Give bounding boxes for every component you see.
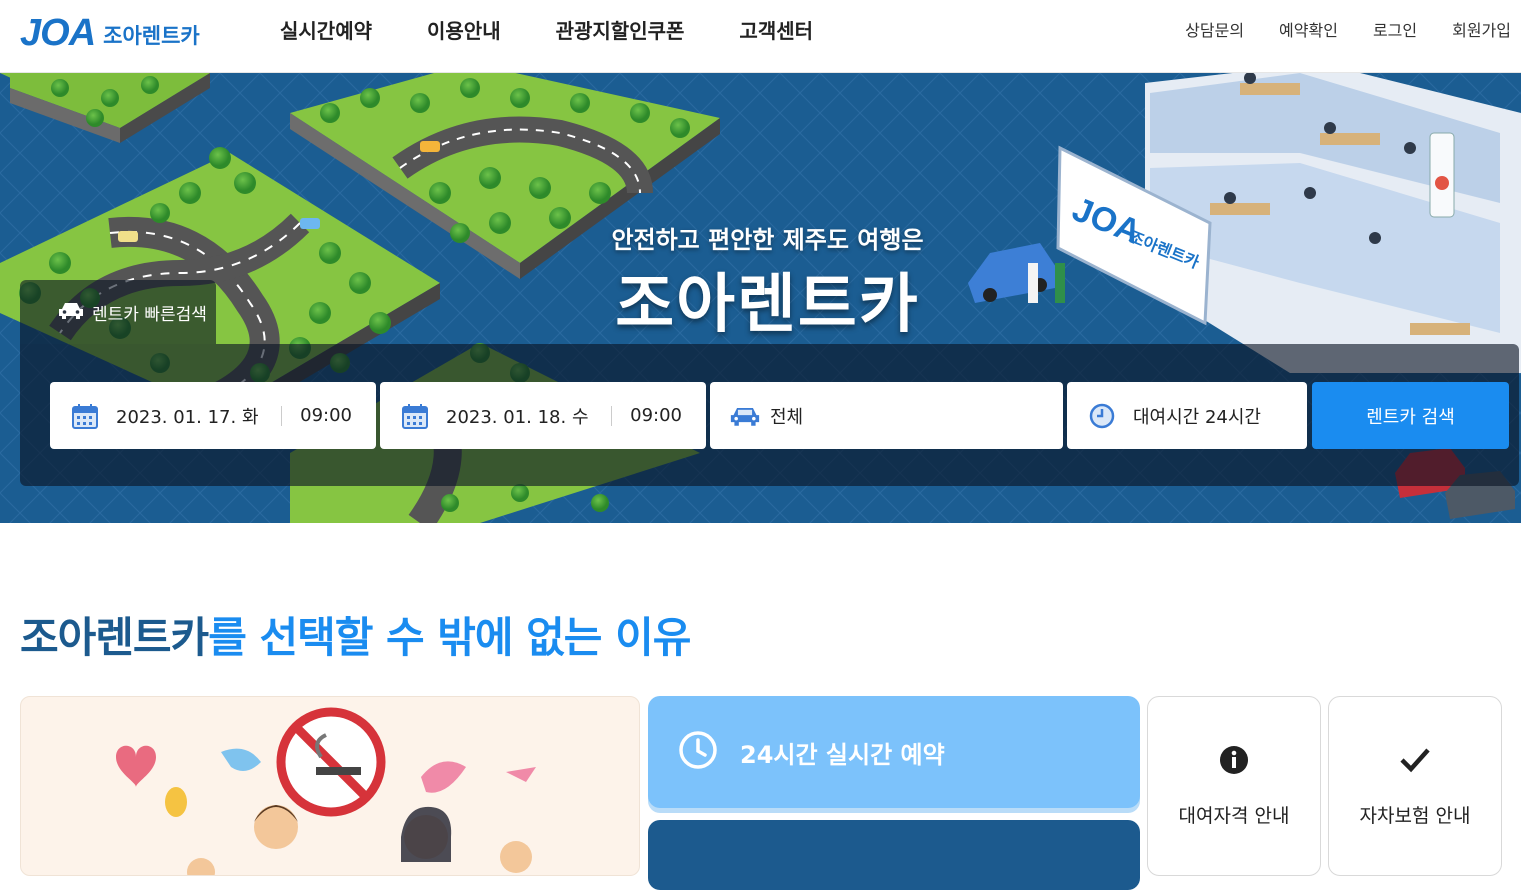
- car-type-value: 전체: [770, 406, 804, 428]
- return-time-value[interactable]: 09:00: [630, 405, 682, 426]
- rentcar-search-button[interactable]: 렌트카 검색: [1312, 382, 1509, 449]
- clock-icon: [1087, 401, 1117, 431]
- pickup-datetime-field[interactable]: 2023. 01. 17. 화 09:00: [50, 382, 376, 449]
- util-signup-link[interactable]: 회원가입: [1452, 17, 1511, 41]
- site-logo[interactable]: JOA 조아렌트카: [20, 12, 200, 55]
- site-header: JOA 조아렌트카 실시간예약 이용안내 관광지할인쿠폰 고객센터 상담문의 예…: [0, 0, 1521, 73]
- checkmark-icon: [1399, 745, 1431, 779]
- nav-tour-coupons[interactable]: 관광지할인쿠폰: [556, 15, 685, 44]
- pickup-date-value: 2023. 01. 17. 화: [116, 406, 259, 428]
- field-divider: [281, 405, 283, 426]
- quick-search-panel: 2023. 01. 17. 화 09:00 2023. 01. 18. 수 09…: [20, 344, 1519, 486]
- utility-nav: 상담문의 예약확인 로그인 회원가입: [1185, 17, 1511, 41]
- hero-title: 조아렌트카: [615, 268, 920, 342]
- realtime-booking-card[interactable]: 24시간 실시간 예약: [648, 696, 1140, 808]
- section-title: 조아렌트카를 선택할 수 밖에 없는 이유: [20, 604, 691, 665]
- logo-subtitle: 조아렌트카: [103, 24, 200, 48]
- section-title-brand: 조아렌트카: [20, 613, 209, 662]
- nav-usage-guide[interactable]: 이용안내: [427, 15, 501, 44]
- rental-duration-field[interactable]: 대여시간 24시간: [1067, 382, 1307, 449]
- rental-duration-value: 대여시간 24시간: [1133, 406, 1261, 428]
- return-datetime-field[interactable]: 2023. 01. 18. 수 09:00: [380, 382, 706, 449]
- insurance-guide-label: 자차보험 안내: [1359, 805, 1471, 827]
- nav-customer-center[interactable]: 고객센터: [739, 15, 813, 44]
- util-login-link[interactable]: 로그인: [1373, 17, 1417, 41]
- calendar-icon: [70, 401, 100, 431]
- rental-qualification-label: 대여자격 안내: [1178, 805, 1290, 827]
- util-consult-link[interactable]: 상담문의: [1185, 17, 1244, 41]
- car-icon: [58, 300, 84, 325]
- util-reservation-check-link[interactable]: 예약확인: [1279, 17, 1338, 41]
- main-nav: 실시간예약 이용안내 관광지할인쿠폰 고객센터: [280, 15, 813, 44]
- no-smoking-promo-card: [20, 696, 640, 876]
- quick-search-tab[interactable]: 렌트카 빠른검색: [20, 280, 216, 344]
- car-icon: [730, 401, 760, 431]
- logo-wordmark: JOA: [20, 12, 96, 54]
- return-date-value: 2023. 01. 18. 수: [446, 406, 589, 428]
- insurance-guide-card[interactable]: 자차보험 안내: [1328, 696, 1502, 876]
- secondary-feature-card[interactable]: [648, 820, 1140, 890]
- hero-banner: JOA 조아렌트카 안전하고 편안한 제주도 여행은 조아렌트카 렌트카 빠른검…: [0, 73, 1521, 523]
- rental-qualification-card[interactable]: 대여자격 안내: [1147, 696, 1321, 876]
- pickup-time-value[interactable]: 09:00: [300, 405, 352, 426]
- clock-icon: [678, 730, 718, 774]
- car-type-select[interactable]: 전체: [710, 382, 1063, 449]
- section-title-rest: 를 선택할 수 밖에 없는 이유: [208, 613, 691, 662]
- hero-subtitle: 안전하고 편안한 제주도 여행은: [611, 226, 924, 254]
- info-icon: [1219, 745, 1249, 779]
- nav-realtime-booking[interactable]: 실시간예약: [280, 15, 372, 44]
- field-divider: [611, 405, 613, 426]
- quick-search-tab-label: 렌트카 빠른검색: [92, 304, 207, 325]
- realtime-booking-label: 24시간 실시간 예약: [740, 740, 945, 769]
- no-smoking-illustration: [116, 707, 536, 875]
- calendar-icon: [400, 401, 430, 431]
